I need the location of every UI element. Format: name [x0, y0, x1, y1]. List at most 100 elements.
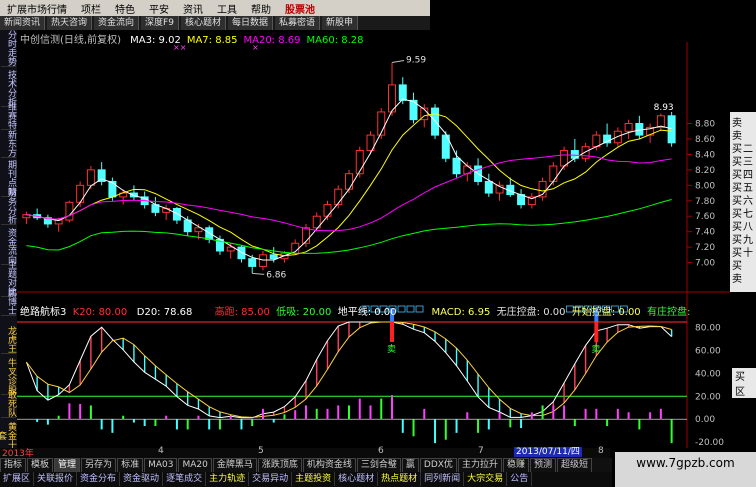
candle: [237, 245, 246, 263]
top-tab-6[interactable]: 私募密语: [274, 16, 320, 30]
last-label: 8.93: [654, 103, 674, 113]
candle: [581, 142, 590, 163]
book-level-8: 十: [743, 248, 753, 259]
top-tab-1[interactable]: 热天咨询: [47, 16, 93, 30]
ind-name: 绝路航标3: [20, 307, 67, 318]
top-tab-2[interactable]: 资金流向: [94, 16, 140, 30]
menu-item-1[interactable]: 项栏: [74, 1, 108, 16]
book-side-12: 卖: [732, 274, 742, 285]
extension-tab-bar: 扩展区 关联报价 资金分布 资金驱动 逐笔成交 主力轨迹 交易异动 主题投资 核心题材 热点题材同…: [0, 472, 612, 487]
candle: [97, 162, 106, 186]
indicator-legend: 绝路航标3 K20: 80.00 D20: 78.68 高跑: 85.00 低吸…: [20, 303, 690, 318]
ind-top: 高跑: 85.00: [214, 307, 270, 318]
candle: [65, 200, 74, 223]
top-tab-0[interactable]: 新闻资讯: [0, 16, 46, 30]
ext-tab-11[interactable]: 大宗交易: [464, 472, 508, 486]
ind-tick-label: 20.00: [695, 392, 721, 402]
ext-tab-3[interactable]: 资金驱动: [120, 472, 164, 486]
price-tick-label: 8.60: [695, 135, 715, 145]
ext-tab-1[interactable]: 关联报价: [34, 472, 78, 486]
ind-tick-label: 40.00: [695, 369, 721, 379]
candle: [43, 214, 52, 228]
signal-bar-red: [594, 322, 599, 342]
sell-marker: 卖: [387, 344, 396, 355]
ind-tab-10[interactable]: 三剑合璧: [356, 458, 401, 473]
ext-tab-5[interactable]: 主力轨迹: [206, 472, 250, 486]
vtab-8[interactable]: 鹏博士: [1, 288, 16, 316]
ind-tab-6[interactable]: MA20: [178, 458, 212, 473]
ind-tab-9[interactable]: 机构资金线: [302, 458, 356, 473]
candle: [129, 185, 138, 201]
menu-item-5[interactable]: 工具: [210, 1, 244, 16]
ind-tab-7[interactable]: 金牌黑马: [212, 458, 257, 473]
ext-tab-2[interactable]: 资金分布: [77, 472, 121, 486]
ind-tab-0[interactable]: 指标: [0, 458, 27, 473]
candle: [635, 115, 644, 139]
price-tick-label: 8.40: [695, 150, 715, 160]
vtab-2[interactable]: 维赛特: [1, 102, 16, 130]
menu-item-3[interactable]: 平安: [142, 1, 176, 16]
ind-k: K20: 80.00: [72, 307, 128, 318]
price-tick-label: 7.80: [695, 197, 715, 207]
ext-tab-4[interactable]: 逐笔成交: [163, 472, 207, 486]
vtab-3[interactable]: 新东方: [1, 130, 16, 158]
ext-tab-7[interactable]: 主题投资: [292, 472, 336, 486]
high-label: 9.59: [406, 55, 426, 65]
ext-tab-6[interactable]: 交易异动: [249, 472, 293, 486]
top-tab-5[interactable]: 每日数据: [227, 16, 273, 30]
ind-tab-3[interactable]: 另存为: [81, 458, 117, 473]
ext-tab-12[interactable]: 公告: [507, 472, 533, 486]
ext-tab-9[interactable]: 热点题材: [378, 472, 422, 486]
candle: [656, 113, 665, 132]
ind-tab-11[interactable]: 赢: [401, 458, 419, 473]
vtab-0[interactable]: 分时走势: [1, 30, 16, 67]
ext-tab-8[interactable]: 核心题材: [335, 472, 379, 486]
price-tick-label: 7.20: [695, 243, 715, 253]
vtab-5[interactable]: 财务分析: [1, 188, 16, 225]
watermark-text: www.7gpzb.com: [636, 456, 735, 470]
menu-item-2[interactable]: 特色: [108, 1, 142, 16]
ind-flat: 地平线: 0.00: [337, 307, 397, 318]
candle: [441, 131, 450, 163]
ind-tab-12[interactable]: DDX优: [419, 458, 457, 473]
candle: [151, 196, 160, 217]
candle: [409, 92, 418, 124]
ind-tab-15[interactable]: 预测: [529, 458, 556, 473]
date-mark-4: 8: [598, 446, 604, 456]
candle: [667, 111, 676, 147]
menu-item-0[interactable]: 扩展市场行情: [0, 1, 74, 16]
candle: [484, 173, 493, 197]
ind-tab-5[interactable]: MA03: [144, 458, 178, 473]
ind-yz: 有庄控盘:: [647, 307, 691, 318]
menu-stock-pool[interactable]: 股票池: [278, 1, 322, 16]
candle: [624, 119, 633, 139]
ind-tick-label: 0.00: [695, 415, 715, 425]
top-tab-bar: 新闻资讯 热天咨询 资金流向 深度F9 核心题材 每日数据 私募密语 新股申: [0, 16, 430, 30]
ind-tick-label: 80.00: [695, 324, 721, 334]
ind-tab-14[interactable]: 稳赚: [502, 458, 529, 473]
ind-tick-label: -20.00: [695, 438, 724, 448]
ind-tab-13[interactable]: 主力拉升: [457, 458, 502, 473]
stock-terminal-window: { "menu": { "items": ["扩展市场行情","项栏","特色"…: [0, 0, 756, 487]
ind-tab-8[interactable]: 涨跌顶底: [257, 458, 302, 473]
ind-vtab-0[interactable]: 龙虎王: [1, 326, 16, 354]
ind-vtab-2[interactable]: 敢死队: [1, 390, 16, 418]
price-tick-label: 7.00: [695, 259, 715, 269]
ind-tab-16[interactable]: 超级短: [556, 458, 592, 473]
chart-area[interactable]: 8.80 8.60 8.40 8.20 8.00 7.80 7.60 7.40 7.20 7.00…: [17, 42, 730, 448]
top-tab-4[interactable]: 核心题材: [180, 16, 226, 30]
ind-tab-1[interactable]: 模板: [27, 458, 54, 473]
date-mark-1: 5: [258, 446, 264, 456]
menu-item-4[interactable]: 资讯: [176, 1, 210, 16]
ext-tab-0[interactable]: 扩展区: [0, 472, 35, 486]
high-pointer: [391, 60, 405, 63]
candle: [258, 250, 267, 271]
top-tab-7[interactable]: 新股申: [322, 16, 359, 30]
ext-tab-10[interactable]: 同列新闻: [421, 472, 465, 486]
top-tab-3[interactable]: 深度F9: [141, 16, 179, 30]
price-tick-label: 8.00: [695, 181, 715, 191]
ind-tab-2[interactable]: 管理: [54, 458, 81, 473]
ind-tab-4[interactable]: 标准: [117, 458, 144, 473]
menu-item-6[interactable]: 帮助: [244, 1, 278, 16]
ind-tick-label: 60.00: [695, 347, 721, 357]
